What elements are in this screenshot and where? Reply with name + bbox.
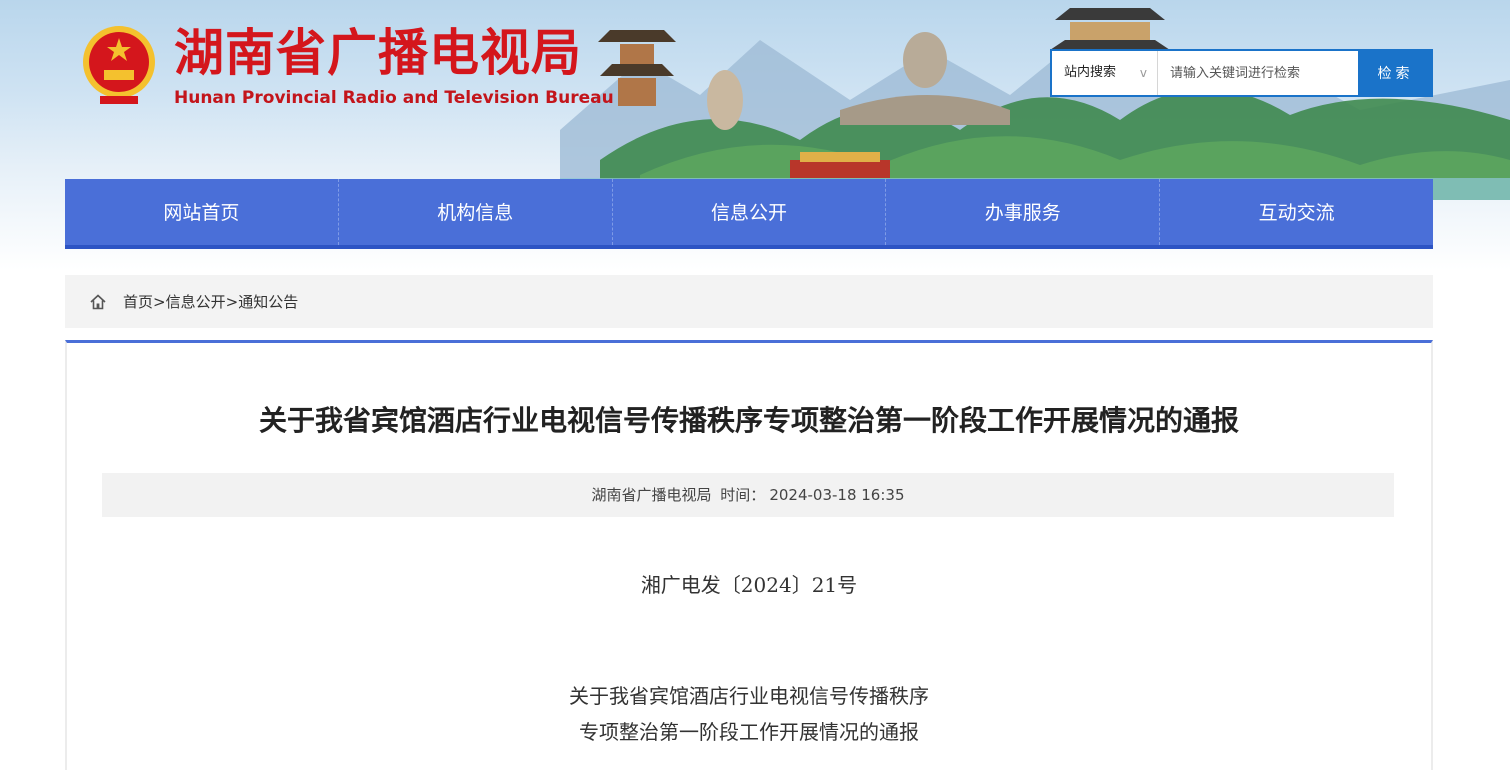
home-icon[interactable] (89, 293, 107, 311)
breadcrumb-home[interactable]: 首页 (123, 291, 153, 312)
search-scope-select[interactable]: 站内搜索 v (1052, 51, 1158, 95)
article-subtitle-line-1: 关于我省宾馆酒店行业电视信号传播秩序 (569, 684, 929, 708)
document-number: 湘广电发〔2024〕21号 (640, 573, 858, 597)
search-bar: 站内搜索 v 检索 (1050, 49, 1433, 97)
site-title-english: Hunan Provincial Radio and Television Bu… (174, 88, 614, 108)
breadcrumb-separator: > (153, 292, 166, 311)
breadcrumb-information-disclosure[interactable]: 信息公开 (166, 291, 226, 312)
article-title: 关于我省宾馆酒店行业电视信号传播秩序专项整治第一阶段工作开展情况的通报 (258, 404, 1239, 437)
article-time: 2024-03-18 16:35 (769, 486, 905, 504)
article-source: 湖南省广播电视局 (591, 486, 712, 504)
nav-item-information-disclosure[interactable]: 信息公开 (613, 179, 887, 245)
breadcrumb-notices[interactable]: 通知公告 (238, 291, 298, 312)
article-panel: 关于我省宾馆酒店行业电视信号传播秩序专项整治第一阶段工作开展情况的通报 湖南省广… (65, 340, 1433, 770)
nav-item-organization[interactable]: 机构信息 (339, 179, 613, 245)
nav-item-home[interactable]: 网站首页 (65, 179, 339, 245)
breadcrumb: 首页 > 信息公开 > 通知公告 (65, 275, 1433, 328)
main-nav: 网站首页 机构信息 信息公开 办事服务 互动交流 (65, 179, 1433, 249)
nav-item-services[interactable]: 办事服务 (886, 179, 1161, 245)
search-scope-label: 站内搜索 (1064, 65, 1117, 80)
search-input[interactable] (1158, 51, 1358, 95)
breadcrumb-separator: > (225, 292, 239, 311)
national-emblem-icon (83, 26, 155, 104)
article-time-label: 时间： (720, 486, 766, 504)
article-subtitle-line-2: 专项整治第一阶段工作开展情况的通报 (579, 720, 919, 744)
site-title: 湖南省广播电视局 (174, 24, 582, 82)
chevron-down-icon: v (1139, 66, 1147, 80)
article-meta: 湖南省广播电视局 时间： 2024-03-18 16:35 (102, 473, 1394, 517)
article-subtitle: 关于我省宾馆酒店行业电视信号传播秩序 专项整治第一阶段工作开展情况的通报 (67, 678, 1431, 750)
search-button[interactable]: 检索 (1358, 49, 1433, 97)
nav-item-interaction[interactable]: 互动交流 (1160, 179, 1433, 245)
